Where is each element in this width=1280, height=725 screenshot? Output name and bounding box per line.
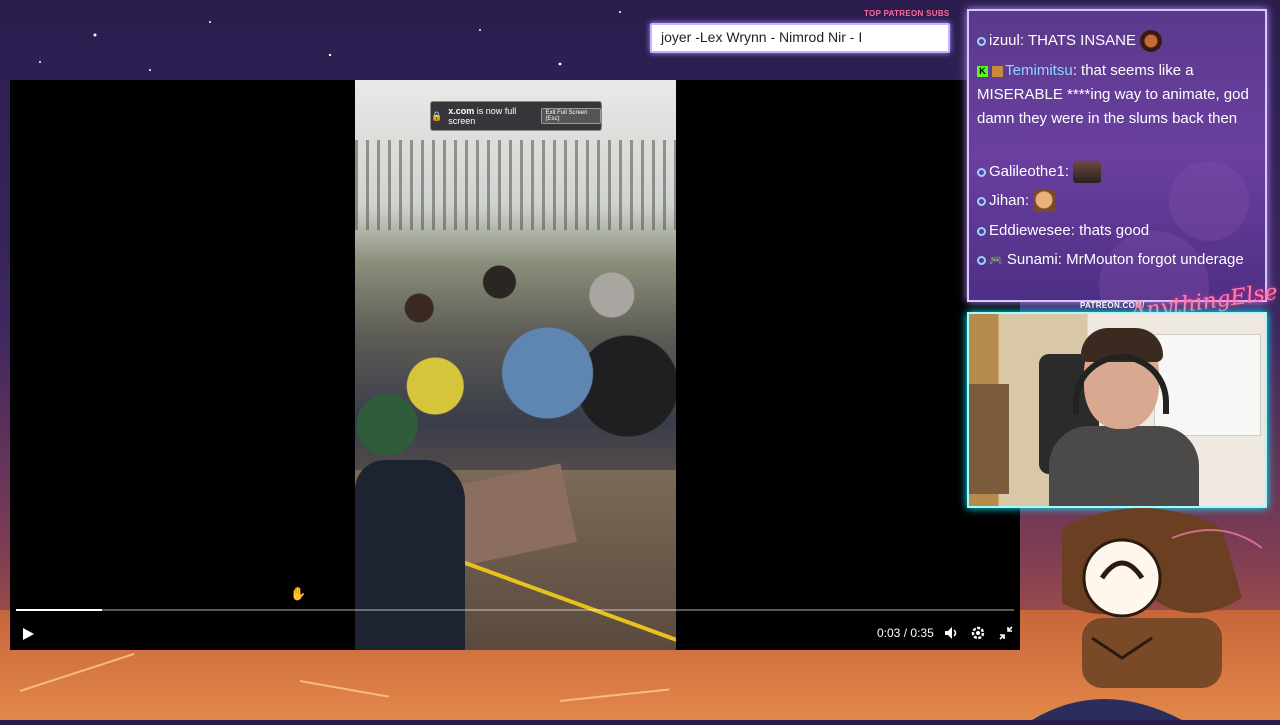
chat-username[interactable]: Galileothe1 <box>989 163 1065 180</box>
chat-separator: : <box>1024 192 1030 209</box>
chat-username[interactable]: Jihan <box>989 192 1025 209</box>
emote-icon <box>1033 190 1056 213</box>
progress-bar[interactable] <box>16 609 1014 611</box>
fullscreen-message: x.com is now full screen <box>448 106 517 126</box>
chat-message: Galileothe1: <box>977 160 1257 184</box>
chat-username[interactable]: Sunami <box>1007 251 1058 268</box>
progress-fill <box>16 609 102 611</box>
chat-message: K Temimitsu: that seems like a MISERABLE… <box>977 59 1257 131</box>
webcam-frame <box>967 312 1267 508</box>
time-display: 0:03 / 0:35 <box>877 626 934 640</box>
chat-separator: : <box>1070 222 1075 239</box>
settings-button[interactable] <box>970 625 986 641</box>
time-current: 0:03 <box>877 626 901 640</box>
hand-cursor-icon: ✋ <box>290 586 307 601</box>
volume-button[interactable] <box>943 625 959 641</box>
chat-message: Eddiewesee: thats good <box>977 219 1257 243</box>
lock-icon: 🔒 <box>431 110 443 121</box>
minimize-icon <box>999 626 1013 640</box>
emote-icon <box>1073 161 1102 184</box>
chat-separator: : <box>1064 163 1070 180</box>
player-controls: 0:03 / 0:35 <box>10 616 1020 650</box>
time-separator: / <box>903 626 908 640</box>
fullscreen-notice: 🔒 x.com is now full screen Exit Full Scr… <box>430 101 602 131</box>
chat-badge-icon <box>977 36 986 46</box>
mascot-illustration <box>1032 508 1263 720</box>
emote-icon <box>1140 30 1163 53</box>
chat-username[interactable]: Eddiewesee <box>989 222 1071 239</box>
cam-dresser <box>1154 334 1261 436</box>
top-subs-label: TOP PATREON SUBS <box>864 9 950 18</box>
chat-badge-icon <box>977 196 986 206</box>
video-player[interactable]: 🔒 x.com is now full screen Exit Full Scr… <box>10 80 1020 650</box>
chat-panel: • izuul: THATS INSANE K Temimitsu: that … <box>967 9 1267 302</box>
chat-badge-icon <box>977 226 986 236</box>
exit-fullscreen-button[interactable]: Exit Full Screen (Esc) <box>541 108 601 124</box>
cam-streamer-body <box>1049 426 1199 506</box>
top-subs-names: joyer -Lex Wrynn - Nimrod Nir - I <box>661 29 863 45</box>
chat-badge-icon <box>977 167 986 177</box>
time-total: 0:35 <box>910 626 934 640</box>
video-frame[interactable]: 🔒 x.com is now full screen Exit Full Scr… <box>355 80 676 650</box>
gear-icon <box>971 626 985 640</box>
chat-message: 🎮 Sunami: MrMouton forgot underage <box>977 248 1257 273</box>
chat-text: MrMouton forgot underage <box>1066 251 1244 268</box>
chat-message: izuul: THATS INSANE <box>977 29 1257 53</box>
chat-separator: : <box>1057 251 1062 268</box>
chat-badge-icon <box>977 255 986 265</box>
chat-cutoff-line: • <box>977 9 983 18</box>
top-subs-ticker: joyer -Lex Wrynn - Nimrod Nir - I <box>650 23 950 53</box>
cam-shelf <box>969 384 1009 494</box>
video-crowd <box>355 230 676 490</box>
chat-separator: : <box>1019 32 1025 49</box>
exit-fullscreen-control[interactable] <box>998 625 1014 641</box>
chat-message: Jihan: <box>977 189 1257 213</box>
chat-separator: : <box>1072 62 1077 79</box>
sub-badge-icon <box>992 65 1004 77</box>
chat-text: THATS INSANE <box>1027 32 1137 49</box>
chat-username[interactable]: Temimitsu <box>1005 62 1073 79</box>
kick-badge-icon: K <box>977 65 988 77</box>
volume-icon <box>945 627 957 639</box>
controller-badge-icon: 🎮 <box>989 255 1003 267</box>
play-button[interactable] <box>20 626 36 642</box>
video-trees <box>355 140 676 230</box>
play-icon <box>23 628 34 640</box>
chat-text: thats good <box>1079 222 1150 239</box>
chat-username[interactable]: izuul <box>989 32 1020 49</box>
